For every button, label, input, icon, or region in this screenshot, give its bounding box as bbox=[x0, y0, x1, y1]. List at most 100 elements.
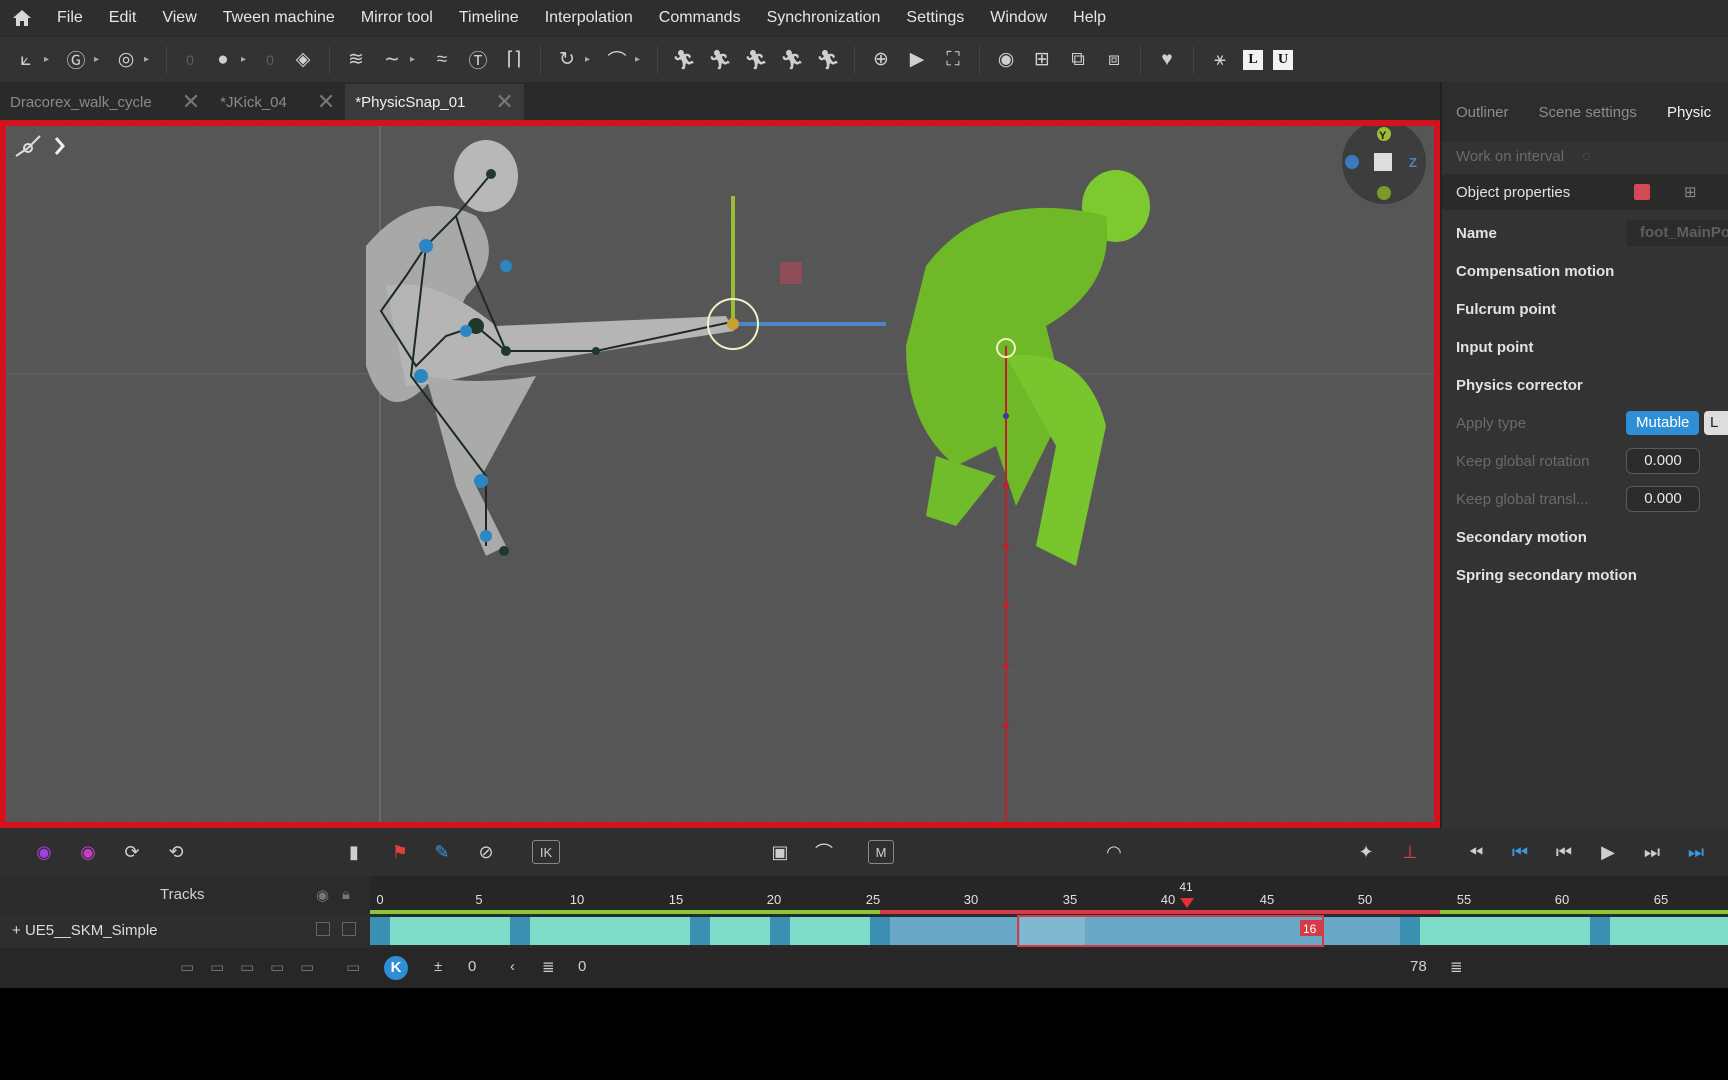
chevron-right-icon[interactable]: ▸ bbox=[635, 54, 643, 65]
refresh-icon[interactable]: ◌ bbox=[1582, 148, 1591, 165]
frame-ruler[interactable]: 0 5 10 15 20 25 30 35 40 45 50 55 60 65 … bbox=[370, 876, 1728, 914]
dot-icon[interactable]: ● bbox=[208, 45, 238, 75]
work-on-interval-row[interactable]: Work on interval ◌ bbox=[1442, 142, 1728, 170]
doc-tab-physicsnap[interactable]: *PhysicSnap_01 ✕ bbox=[345, 84, 524, 120]
run-pose-icon-2[interactable]: 🏃︎ bbox=[705, 45, 735, 75]
track-visible-checkbox[interactable] bbox=[316, 922, 330, 936]
chevron-right-icon[interactable]: ▸ bbox=[94, 54, 102, 65]
frame-fit-icon[interactable]: ▣ bbox=[768, 840, 792, 864]
object-properties-header[interactable]: Object properties ⊞ bbox=[1442, 174, 1728, 210]
pin-icon[interactable]: ✦ bbox=[1354, 840, 1378, 864]
chevron-right-icon[interactable]: ▸ bbox=[585, 54, 593, 65]
u-mode-button[interactable]: U bbox=[1273, 49, 1293, 70]
rotate-icon[interactable]: ↻ bbox=[552, 45, 582, 75]
menu-synchronization[interactable]: Synchronization bbox=[754, 0, 894, 36]
axis-move-icon[interactable]: ⟀ bbox=[11, 45, 41, 75]
section-compensation-motion[interactable]: Compensation motion bbox=[1442, 252, 1728, 290]
menu-help[interactable]: Help bbox=[1060, 0, 1119, 36]
m-button[interactable]: M bbox=[868, 840, 894, 864]
arc-tool-icon[interactable]: ⌒ bbox=[602, 45, 632, 75]
playhead-marker[interactable] bbox=[1180, 898, 1194, 908]
rotate-pivot-icon[interactable]: ◎ bbox=[111, 45, 141, 75]
doc-tab-dracorex[interactable]: Dracorex_walk_cycle ✕ bbox=[0, 84, 210, 120]
eraser-icon[interactable]: ◈ bbox=[288, 45, 318, 75]
apply-type-mutable-button[interactable]: Mutable bbox=[1626, 411, 1700, 435]
text-tool-icon[interactable]: Ⓣ bbox=[463, 45, 493, 75]
marker-icon[interactable]: ▮ bbox=[342, 840, 366, 864]
chevron-left-icon[interactable]: ‹ bbox=[510, 958, 515, 975]
section-spring-secondary-motion[interactable]: Spring secondary motion bbox=[1442, 556, 1728, 594]
menu-file[interactable]: File bbox=[44, 0, 96, 36]
frame-selection-icon[interactable]: ⛶ bbox=[938, 45, 968, 75]
layout-icon-1[interactable]: ▭ bbox=[180, 958, 194, 976]
ik-button[interactable]: IK bbox=[532, 840, 560, 864]
chevron-right-icon[interactable]: ▸ bbox=[44, 54, 52, 65]
layout-icon-3[interactable]: ▭ bbox=[240, 958, 254, 976]
run-pose-icon-4[interactable]: 🏃︎ bbox=[777, 45, 807, 75]
menu-interpolation[interactable]: Interpolation bbox=[532, 0, 646, 36]
eye-icon[interactable]: ◉ bbox=[316, 886, 329, 904]
list-icon[interactable]: ≣ bbox=[1450, 958, 1463, 976]
rewind-icon[interactable]: ⏪︎ bbox=[1464, 840, 1488, 864]
color-swatch[interactable] bbox=[1634, 184, 1650, 200]
menu-edit[interactable]: Edit bbox=[96, 0, 150, 36]
menu-tween-machine[interactable]: Tween machine bbox=[210, 0, 348, 36]
v-logo-icon[interactable]: ♥ bbox=[1152, 45, 1182, 75]
menu-mirror-tool[interactable]: Mirror tool bbox=[348, 0, 446, 36]
grid-view-icon[interactable]: ⊞ bbox=[1027, 45, 1057, 75]
play-icon[interactable]: ▶ bbox=[1596, 840, 1620, 864]
global-space-icon[interactable]: Ⓖ bbox=[61, 45, 91, 75]
clip-strip[interactable]: 16 bbox=[370, 914, 1728, 948]
menu-settings[interactable]: Settings bbox=[893, 0, 977, 36]
layout-icon-5[interactable]: ▭ bbox=[300, 958, 314, 976]
name-field[interactable]: foot_MainPo bbox=[1626, 220, 1728, 246]
close-icon[interactable]: ✕ bbox=[317, 89, 335, 115]
lock-icon[interactable]: 🔒︎ bbox=[342, 886, 350, 903]
chevron-right-icon[interactable]: ▸ bbox=[241, 54, 249, 65]
menu-window[interactable]: Window bbox=[977, 0, 1060, 36]
section-input-point[interactable]: Input point bbox=[1442, 328, 1728, 366]
key-button[interactable]: K bbox=[384, 956, 408, 980]
run-pose-icon-3[interactable]: 🏃︎ bbox=[741, 45, 771, 75]
menu-timeline[interactable]: Timeline bbox=[446, 0, 532, 36]
layers-alt-icon[interactable]: ⧈ bbox=[1099, 45, 1129, 75]
layout-icon-6[interactable]: ▭ bbox=[346, 958, 360, 976]
layout-icon-2[interactable]: ▭ bbox=[210, 958, 224, 976]
go-start-icon[interactable]: ⏮︎ bbox=[1508, 840, 1532, 864]
layers-icon[interactable]: ⧉ bbox=[1063, 45, 1093, 75]
chevron-right-icon[interactable]: ▸ bbox=[410, 54, 418, 65]
cycle-icon[interactable]: ⟲ bbox=[164, 840, 188, 864]
tab-physics[interactable]: Physic bbox=[1667, 104, 1711, 121]
run-pose-icon-1[interactable]: 🏃︎ bbox=[669, 45, 699, 75]
run-pose-icon-5[interactable]: 🏃︎ bbox=[813, 45, 843, 75]
curves-icon[interactable]: ≋ bbox=[341, 45, 371, 75]
grid-icon[interactable]: ⊞ bbox=[1684, 183, 1697, 201]
tab-outliner[interactable]: Outliner bbox=[1456, 104, 1509, 121]
section-physics-corrector[interactable]: Physics corrector bbox=[1442, 366, 1728, 404]
section-secondary-motion[interactable]: Secondary motion bbox=[1442, 518, 1728, 556]
camera-icon[interactable]: ▶ bbox=[902, 45, 932, 75]
3d-viewport[interactable]: Z Y bbox=[0, 120, 1440, 828]
headphones-icon[interactable]: ◠ bbox=[1102, 840, 1126, 864]
key-marker-icon[interactable]: ⊥ bbox=[1398, 840, 1422, 864]
disable-icon[interactable]: ⊘ bbox=[474, 840, 498, 864]
smooth-icon[interactable]: ≈ bbox=[427, 45, 457, 75]
section-fulcrum-point[interactable]: Fulcrum point bbox=[1442, 290, 1728, 328]
go-end-icon[interactable]: ⏭︎ bbox=[1684, 840, 1708, 864]
bracket-icon[interactable]: ⌈⌉ bbox=[499, 45, 529, 75]
menu-commands[interactable]: Commands bbox=[646, 0, 754, 36]
step-value-1[interactable]: 0 bbox=[175, 52, 205, 68]
track-lock-checkbox[interactable] bbox=[342, 922, 356, 936]
home-icon[interactable] bbox=[0, 0, 44, 36]
layout-icon-4[interactable]: ▭ bbox=[270, 958, 284, 976]
local-space-button[interactable]: L bbox=[1243, 49, 1263, 70]
spiral-icon[interactable]: ◉ bbox=[991, 45, 1021, 75]
curve-icon[interactable]: ⌒ bbox=[812, 840, 836, 864]
doc-tab-jkick[interactable]: *JKick_04 ✕ bbox=[210, 84, 345, 120]
end-frame-value[interactable]: 78 bbox=[1410, 958, 1427, 975]
step-value-2[interactable]: 0 bbox=[255, 52, 285, 68]
keep-global-rotation-field[interactable]: 0.000 bbox=[1626, 448, 1700, 474]
prev-key-icon[interactable]: ⏮︎ bbox=[1552, 840, 1576, 864]
tab-scene-settings[interactable]: Scene settings bbox=[1539, 104, 1637, 121]
interpolate-icon[interactable]: ∼ bbox=[377, 45, 407, 75]
